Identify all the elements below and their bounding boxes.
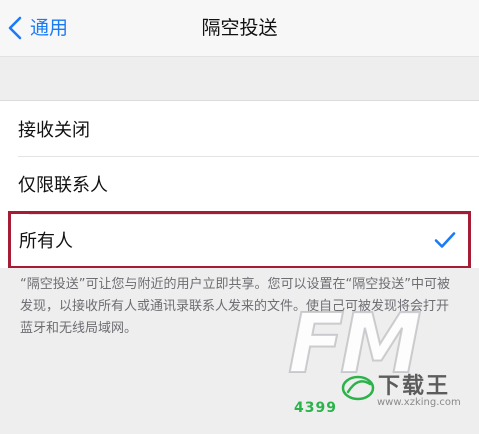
option-label: 所有人 [19, 231, 73, 252]
watermark: FM 下载王 www.xzking.com 4399 [280, 299, 479, 434]
option-label: 仅限联系人 [18, 174, 108, 196]
option-label: 接收关闭 [18, 119, 90, 141]
checkmark-icon [434, 232, 456, 248]
watermark-url: www.xzking.com [377, 397, 461, 408]
leaf-logo-icon [341, 375, 375, 401]
group-spacer [0, 56, 479, 100]
option-receiving-off[interactable]: 接收关闭 [0, 101, 479, 156]
option-contacts-only[interactable]: 仅限联系人 [0, 156, 479, 211]
watermark-brand: 下载王 [378, 374, 451, 399]
watermark-number: 4399 [294, 400, 337, 416]
airdrop-options-list: 接收关闭 仅限联系人 所有人 [0, 100, 479, 269]
page-title: 隔空投送 [201, 17, 278, 39]
option-everyone[interactable]: 所有人 [8, 211, 471, 269]
navigation-bar: 通用 隔空投送 [0, 0, 479, 56]
